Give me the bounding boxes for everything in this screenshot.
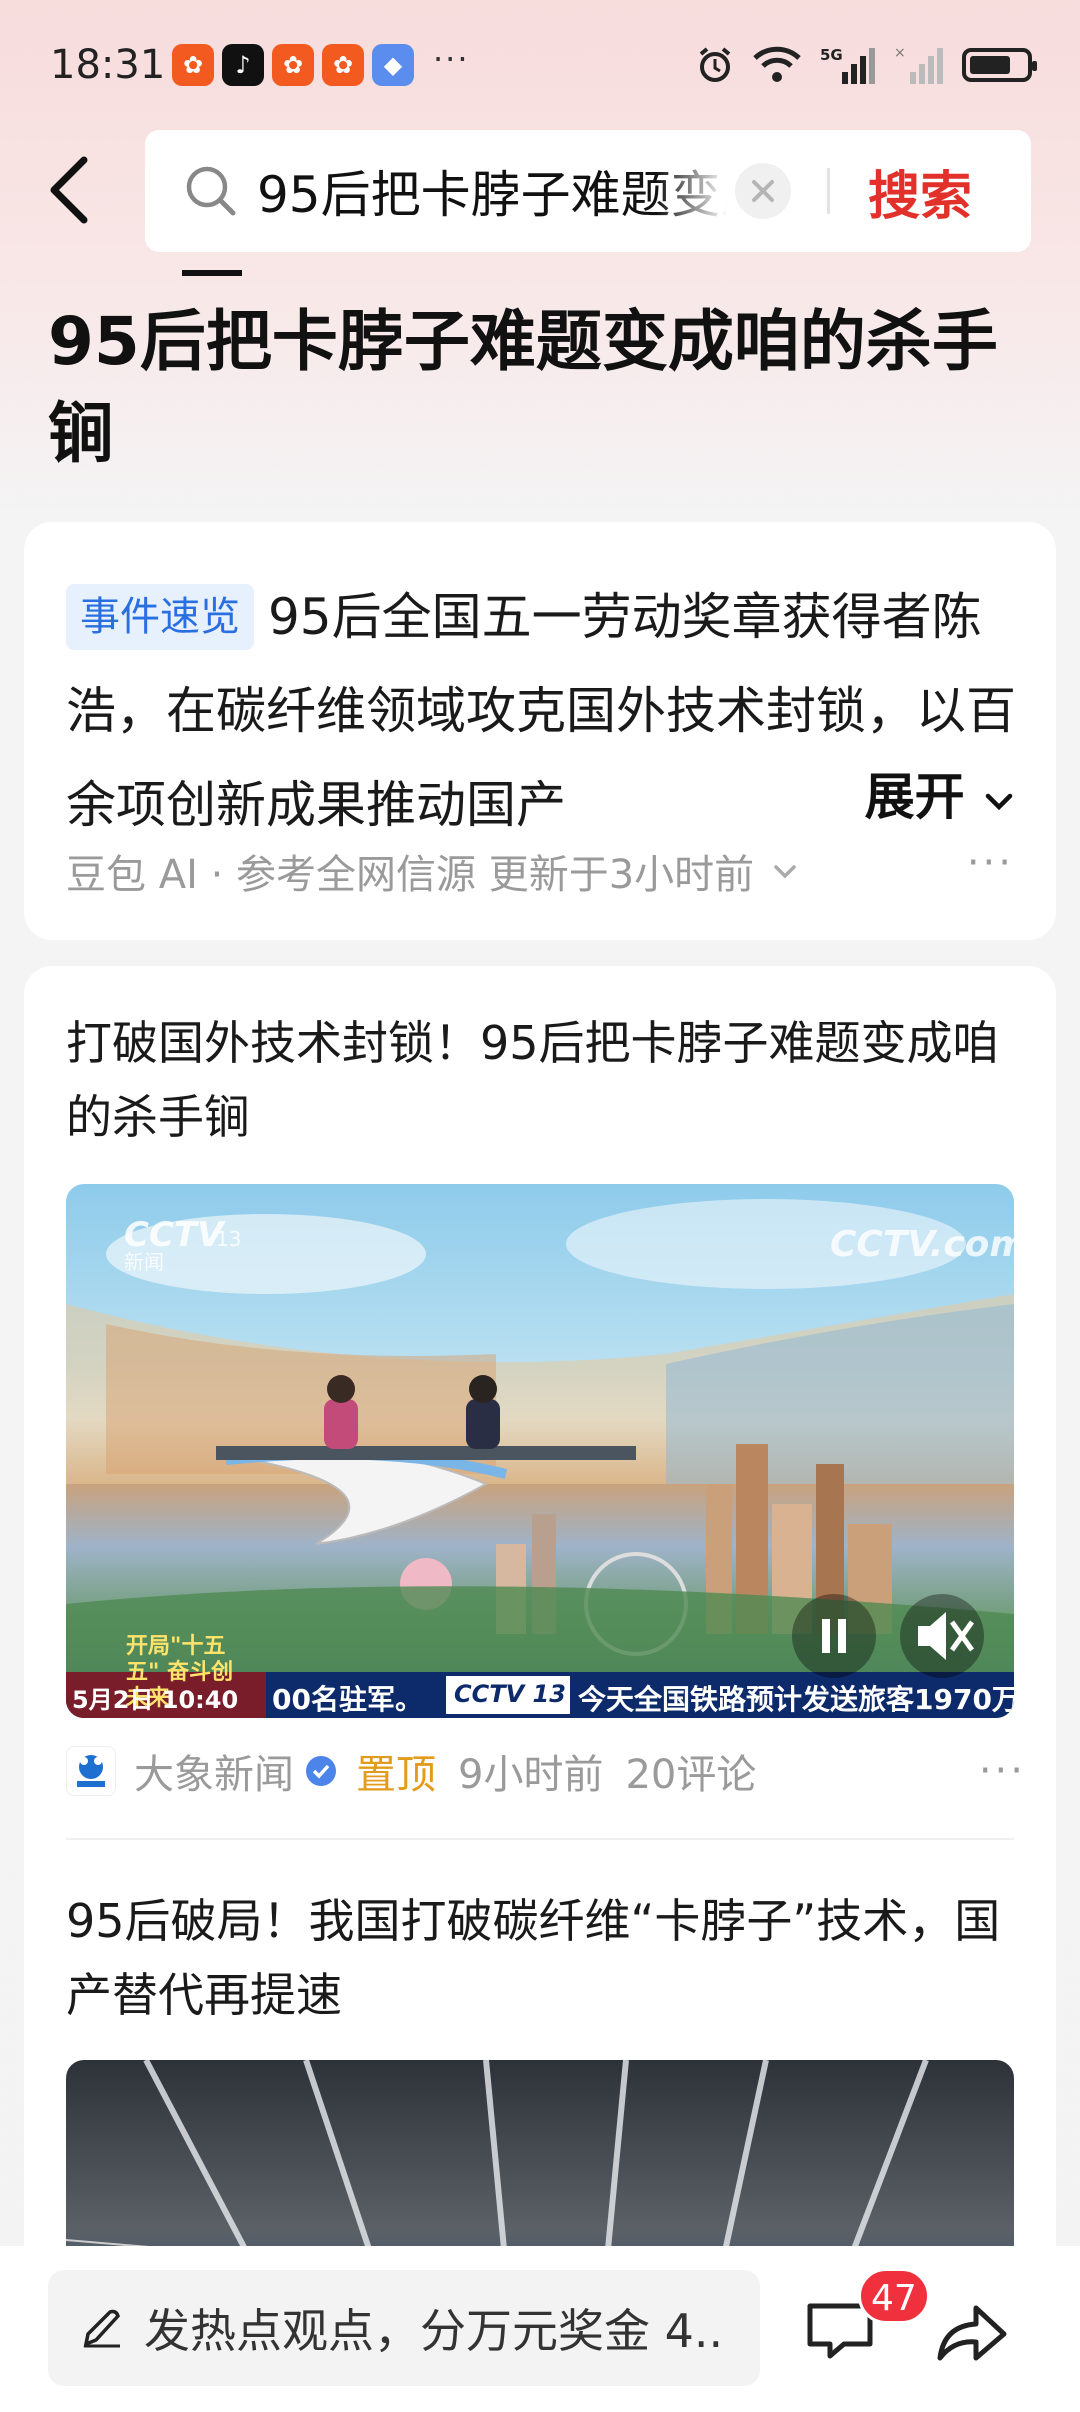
pen-icon — [83, 2309, 120, 2348]
page-title: 95后把卡脖子难题变成咱的杀手锏 — [48, 303, 998, 472]
search-input[interactable]: 95后把卡脖子难题变成咱的杀手锏 — [257, 155, 727, 227]
svg-text:13: 13 — [216, 1227, 241, 1251]
source-avatar[interactable] — [66, 1746, 116, 1796]
app-notification-icon: ◆ — [372, 44, 414, 86]
ai-meta-row: 豆包 AI · 参考全网信源 更新于3小时前 — [66, 842, 800, 900]
news-title[interactable]: 95后破局！我国打破碳纤维“卡脖子”技术，国产替代再提速 — [66, 1884, 1026, 2032]
news-list-card: 打破国外技术封锁！95后把卡脖子难题变成咱的杀手锏 CCTV 13 CCTV.c… — [24, 966, 1056, 2412]
elephant-logo-icon — [77, 1755, 105, 1787]
app-notification-icon: ✿ — [322, 44, 364, 86]
comment-count-badge: 47 — [858, 2268, 930, 2324]
tiktok-icon: ♪ — [222, 44, 264, 86]
alarm-icon — [699, 47, 731, 82]
status-time: 18:31 — [50, 42, 166, 88]
event-tag: 事件速览 — [66, 584, 254, 650]
app-notification-icon: ✿ — [172, 44, 214, 86]
notification-icons: ✿ ♪ ✿ ✿ ◆ — [172, 44, 414, 86]
comment-placeholder: 发热点观点，分万元奖金 4... — [144, 2304, 724, 2358]
channel-logo: CCTV 13 — [454, 1680, 566, 1708]
clear-search-button[interactable] — [735, 163, 791, 219]
comment-count[interactable]: 20评论 — [625, 1742, 756, 1800]
search-button[interactable]: 搜索 — [868, 154, 972, 229]
more-options-icon[interactable]: ··· — [979, 1748, 1026, 1794]
status-bar: 18:31 ✿ ♪ ✿ ✿ ◆ ··· 5G × — [0, 0, 1080, 130]
wifi-icon — [753, 46, 801, 82]
comment-input[interactable]: 发热点观点，分万元奖金 4... — [48, 2270, 760, 2386]
channel-sub: 新闻 — [124, 1250, 164, 1274]
news-meta-row: 大象新闻 置顶 9小时前 20评论 ··· — [66, 1736, 1026, 1806]
news-title[interactable]: 打破国外技术封锁！95后把卡脖子难题变成咱的杀手锏 — [66, 1006, 1026, 1154]
pinned-badge: 置顶 — [356, 1752, 436, 1798]
ticker-right: 今天全国铁路预计发送旅客1970万人次 — [578, 1683, 1014, 1716]
signal-5g-icon: 5G — [820, 46, 875, 84]
more-notifications: ··· — [433, 40, 470, 78]
ticker-left: 00名驻军。 — [272, 1683, 423, 1716]
svg-text:CCTV.com: CCTV.com — [830, 1224, 1014, 1265]
source-name[interactable]: 大象新闻 — [134, 1742, 294, 1800]
video-date: 5月2日 10:40 — [72, 1686, 239, 1714]
svg-text:5G: 5G — [820, 46, 843, 64]
back-arrow-icon[interactable] — [42, 150, 102, 230]
divider — [827, 168, 830, 214]
tab-indicator — [182, 270, 242, 276]
divider — [66, 1838, 1014, 1840]
chevron-down-icon[interactable] — [770, 856, 800, 886]
search-icon — [186, 166, 236, 216]
bottom-bar: 发热点观点，分万元奖金 4... 47 — [0, 2246, 1080, 2412]
expand-label: 展开 — [864, 768, 965, 826]
close-icon — [752, 180, 774, 202]
signal-no-service-icon: × — [894, 45, 943, 84]
more-options-icon[interactable]: ··· — [967, 840, 1014, 886]
battery-icon — [962, 48, 1037, 82]
video-player[interactable]: CCTV 13 CCTV.com 新闻 开局"十五五" 奋斗创未来 5月2日 1… — [66, 1184, 1014, 1718]
system-icons: 5G × — [696, 44, 1037, 86]
ai-summary-card[interactable]: 事件速览 95后全国五一劳动奖章获得者陈浩，在碳纤维领域攻克国外技术封锁，以百余项… — [24, 522, 1056, 940]
search-bar[interactable]: 95后把卡脖子难题变成咱的杀手锏 搜索 — [145, 130, 1031, 252]
publish-time: 9小时前 — [458, 1752, 604, 1798]
verified-icon — [306, 1756, 336, 1786]
expand-button[interactable]: 展开 — [794, 750, 1016, 844]
app-notification-icon: ✿ — [272, 44, 314, 86]
ai-source-meta: 豆包 AI · 参考全网信源 更新于3小时前 — [66, 852, 755, 898]
svg-text:×: × — [894, 45, 906, 61]
chevron-down-icon — [985, 793, 1013, 811]
share-arrow-icon[interactable] — [930, 2296, 1010, 2372]
